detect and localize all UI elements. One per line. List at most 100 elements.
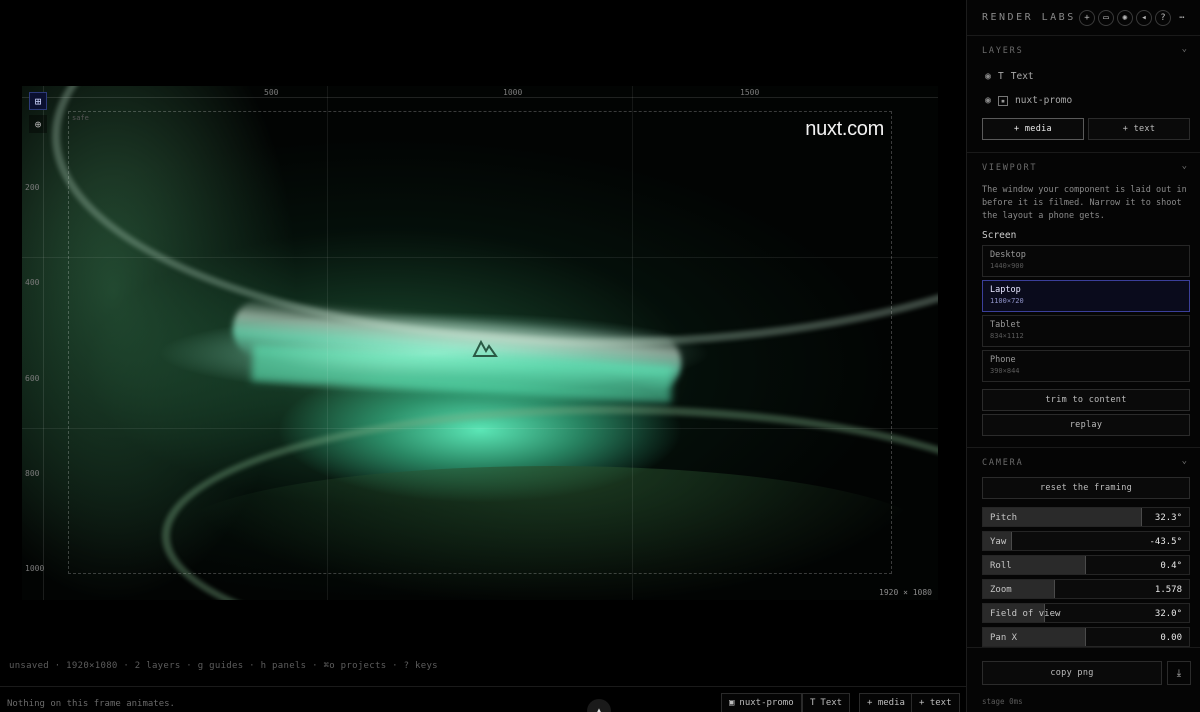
- safe-area-label: safe: [72, 114, 89, 122]
- download-icon: ⤓: [1176, 667, 1182, 679]
- text-icon: T: [998, 71, 1004, 82]
- image-icon: ▣: [729, 698, 735, 708]
- slider-value[interactable]: 32.0°: [1155, 609, 1182, 619]
- horizontal-ruler: 500 1000 1500: [22, 86, 938, 98]
- screen-option-tablet[interactable]: Tablet 834×1112: [982, 315, 1190, 347]
- animation-message: Nothing on this frame animates.: [7, 699, 175, 709]
- folder-icon[interactable]: ▭: [1098, 10, 1114, 26]
- screen-option-desktop[interactable]: Desktop 1440×900: [982, 245, 1190, 277]
- eye-icon[interactable]: ◉: [985, 71, 991, 82]
- screen-option-name: Desktop: [990, 250, 1026, 260]
- grid-icon: ⊞: [34, 94, 42, 108]
- download-button[interactable]: ⤓: [1167, 661, 1191, 685]
- sun-icon[interactable]: ✺: [1117, 10, 1133, 26]
- camera-slider-zoom[interactable]: Zoom 1.578: [982, 579, 1190, 599]
- slider-value[interactable]: 1.578: [1155, 585, 1182, 595]
- slider-label: Yaw: [990, 537, 1007, 547]
- layer-item-media[interactable]: ◉ ▪ nuxt-promo: [985, 95, 1072, 106]
- layer-label: nuxt-promo: [1015, 95, 1073, 106]
- layer-chip-text[interactable]: T Text: [802, 693, 851, 712]
- ruler-y-label: 600: [25, 374, 40, 383]
- ruler-x-label: 1500: [740, 88, 760, 97]
- crosshair-button[interactable]: ⊕: [29, 115, 47, 133]
- layer-item-text[interactable]: ◉ T Text: [985, 71, 1034, 82]
- text-icon: T: [810, 698, 816, 708]
- slider-label: Zoom: [990, 585, 1012, 595]
- chevron-down-icon[interactable]: ⌄: [1182, 456, 1187, 466]
- watermark-text[interactable]: nuxt.com: [805, 118, 884, 141]
- image-icon: ▪: [998, 95, 1009, 106]
- layers-title: LAYERS: [982, 46, 1024, 56]
- slider-value[interactable]: 0.00: [1160, 633, 1182, 643]
- slider-label: Pan X: [990, 633, 1018, 643]
- viewport-description: The window your component is laid out in…: [982, 185, 1187, 221]
- reset-framing-button[interactable]: reset the framing: [982, 477, 1190, 499]
- camera-title: CAMERA: [982, 458, 1024, 468]
- ruler-x-label: 1000: [503, 88, 523, 97]
- bottom-bar: Nothing on this frame animates. ▲ ▣ nuxt…: [0, 686, 966, 712]
- camera-section: CAMERA ⌄ reset the framing Pitch 32.3° Yaw…: [967, 447, 1200, 647]
- safe-area-guide: safe: [68, 111, 892, 574]
- camera-slider-field-of-view[interactable]: Field of view 32.0°: [982, 603, 1190, 623]
- slider-label: Field of view: [990, 609, 1061, 619]
- brand-title: RENDER LABS: [982, 12, 1076, 23]
- camera-slider-pan-x[interactable]: Pan X 0.00: [982, 627, 1190, 647]
- center-logo-button[interactable]: ▲: [587, 699, 611, 712]
- screen-option-name: Tablet: [990, 320, 1021, 330]
- add-text-button[interactable]: + text: [1088, 118, 1190, 140]
- screen-label: Screen: [982, 230, 1017, 241]
- ruler-y-label: 200: [25, 183, 40, 192]
- layers-section: LAYERS ⌄ ◉ T Text ◉ ▪ nuxt-promo + media…: [967, 35, 1200, 151]
- screen-option-size: 1440×900: [990, 262, 1024, 270]
- slider-label: Roll: [990, 561, 1012, 571]
- chevron-down-icon[interactable]: ⌄: [1182, 44, 1187, 54]
- camera-slider-yaw[interactable]: Yaw -43.5°: [982, 531, 1190, 551]
- layer-chip-label: Text: [820, 698, 843, 708]
- inspector-panel: RENDER LABS + ▭ ✺ ◂ ? ⋯ LAYERS ⌄ ◉ T Tex…: [966, 0, 1200, 712]
- help-icon[interactable]: ?: [1155, 10, 1171, 26]
- screen-option-laptop[interactable]: Laptop 1100×720: [982, 280, 1190, 312]
- slider-value[interactable]: -43.5°: [1149, 537, 1182, 547]
- canvas-area: 500 1000 1500 200 400 600 800 1000 safe …: [0, 0, 966, 712]
- screen-option-size: 1100×720: [990, 297, 1024, 305]
- camera-slider-pitch[interactable]: Pitch 32.3°: [982, 507, 1190, 527]
- layer-chip-media[interactable]: ▣ nuxt-promo: [721, 693, 802, 712]
- add-icon[interactable]: +: [1079, 10, 1095, 26]
- add-media-chip[interactable]: + media: [859, 693, 913, 712]
- screen-option-size: 834×1112: [990, 332, 1024, 340]
- status-line: unsaved · 1920×1080 · 2 layers · g guide…: [9, 661, 438, 671]
- slider-label: Pitch: [990, 513, 1018, 523]
- screen-option-name: Phone: [990, 355, 1016, 365]
- viewport-section: VIEWPORT ⌄ The window your component is …: [967, 152, 1200, 446]
- replay-button[interactable]: replay: [982, 414, 1190, 436]
- grid-toggle-button[interactable]: ⊞: [29, 92, 47, 110]
- screen-option-name: Laptop: [990, 285, 1021, 295]
- copy-png-button[interactable]: copy png: [982, 661, 1162, 685]
- more-icon[interactable]: ⋯: [1174, 10, 1190, 26]
- eye-icon[interactable]: ◉: [985, 95, 991, 106]
- slider-value[interactable]: 32.3°: [1155, 513, 1182, 523]
- slider-value[interactable]: 0.4°: [1160, 561, 1182, 571]
- stage-info: stage 0ms: [982, 697, 1023, 706]
- render-frame[interactable]: 500 1000 1500 200 400 600 800 1000 safe …: [22, 86, 938, 600]
- chevron-down-icon[interactable]: ⌄: [1182, 161, 1187, 171]
- screen-option-phone[interactable]: Phone 390×844: [982, 350, 1190, 382]
- add-text-chip[interactable]: + text: [911, 693, 960, 712]
- ruler-y-label: 1000: [25, 564, 45, 573]
- add-media-button[interactable]: + media: [982, 118, 1084, 140]
- ruler-x-label: 500: [264, 88, 279, 97]
- ruler-y-label: 400: [25, 278, 40, 287]
- layer-label: Text: [1010, 71, 1034, 82]
- frame-size-label: 1920 × 1080: [879, 588, 932, 597]
- viewport-title: VIEWPORT: [982, 163, 1038, 173]
- ruler-y-label: 800: [25, 469, 40, 478]
- layer-chip-label: nuxt-promo: [739, 698, 794, 708]
- camera-slider-roll[interactable]: Roll 0.4°: [982, 555, 1190, 575]
- trim-to-content-button[interactable]: trim to content: [982, 389, 1190, 411]
- screen-option-size: 390×844: [990, 367, 1020, 375]
- vertical-ruler: 200 400 600 800 1000: [22, 86, 44, 600]
- sound-icon[interactable]: ◂: [1136, 10, 1152, 26]
- crosshair-icon: ⊕: [34, 117, 42, 131]
- nuxt-mark-icon: ▲: [595, 705, 603, 712]
- header-actions: + ▭ ✺ ◂ ? ⋯: [1079, 10, 1190, 26]
